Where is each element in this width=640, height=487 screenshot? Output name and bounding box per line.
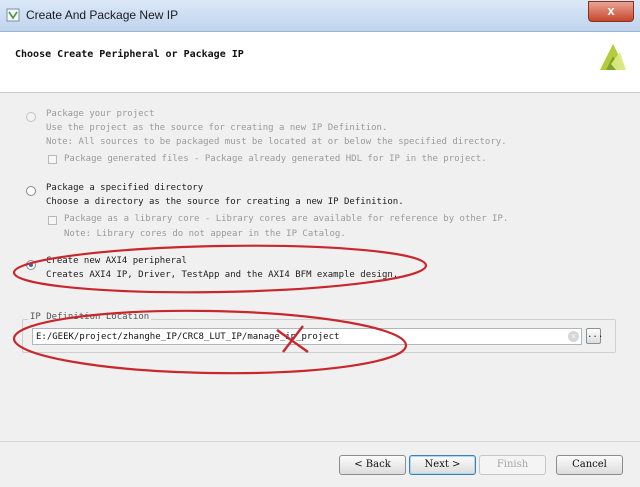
browse-button[interactable]: ... xyxy=(586,328,603,344)
radio-package-project[interactable] xyxy=(26,112,36,122)
wizard-header: Choose Create Peripheral or Package IP xyxy=(0,32,640,93)
radio-package-directory[interactable] xyxy=(26,186,36,196)
radio-create-axi4[interactable] xyxy=(26,260,36,270)
vivado-logo-icon xyxy=(600,44,626,70)
app-icon xyxy=(6,8,20,22)
option-package-project-label: Package your project xyxy=(46,109,155,119)
ip-location-input[interactable] xyxy=(32,328,582,345)
option-package-project-desc: Use the project as the source for creati… xyxy=(46,123,388,133)
option-package-directory-desc: Choose a directory as the source for cre… xyxy=(46,197,404,207)
option-package-directory-label: Package a specified directory xyxy=(46,183,204,193)
close-button[interactable]: x xyxy=(588,1,634,22)
option-package-project-note: Note: All sources to be packaged must be… xyxy=(46,137,507,147)
checkbox-package-generated[interactable] xyxy=(48,155,57,164)
back-button[interactable]: < Back xyxy=(339,455,406,475)
footer-divider xyxy=(0,441,640,442)
option-create-axi4-desc: Creates AXI4 IP, Driver, TestApp and the… xyxy=(46,270,399,280)
checkbox-library-core[interactable] xyxy=(48,216,57,225)
close-icon: x xyxy=(607,3,615,18)
cancel-button[interactable]: Cancel xyxy=(556,455,623,475)
page-title: Choose Create Peripheral or Package IP xyxy=(15,49,244,60)
ip-location-legend: IP Definition Location xyxy=(28,312,152,322)
option-create-axi4-label: Create new AXI4 peripheral xyxy=(46,256,187,266)
annotation-ellipse-axi4 xyxy=(12,244,428,294)
next-button[interactable]: Next > xyxy=(409,455,476,475)
title-bar: Create And Package New IP x xyxy=(0,0,640,32)
checkbox-library-core-label: Package as a library core - Library core… xyxy=(64,214,509,224)
window-title: Create And Package New IP xyxy=(26,8,179,22)
clear-icon[interactable]: × xyxy=(568,331,579,342)
finish-button[interactable]: Finish xyxy=(479,455,546,475)
checkbox-package-generated-label: Package generated files - Package alread… xyxy=(64,154,487,164)
checkbox-library-core-note: Note: Library cores do not appear in the… xyxy=(64,229,346,239)
